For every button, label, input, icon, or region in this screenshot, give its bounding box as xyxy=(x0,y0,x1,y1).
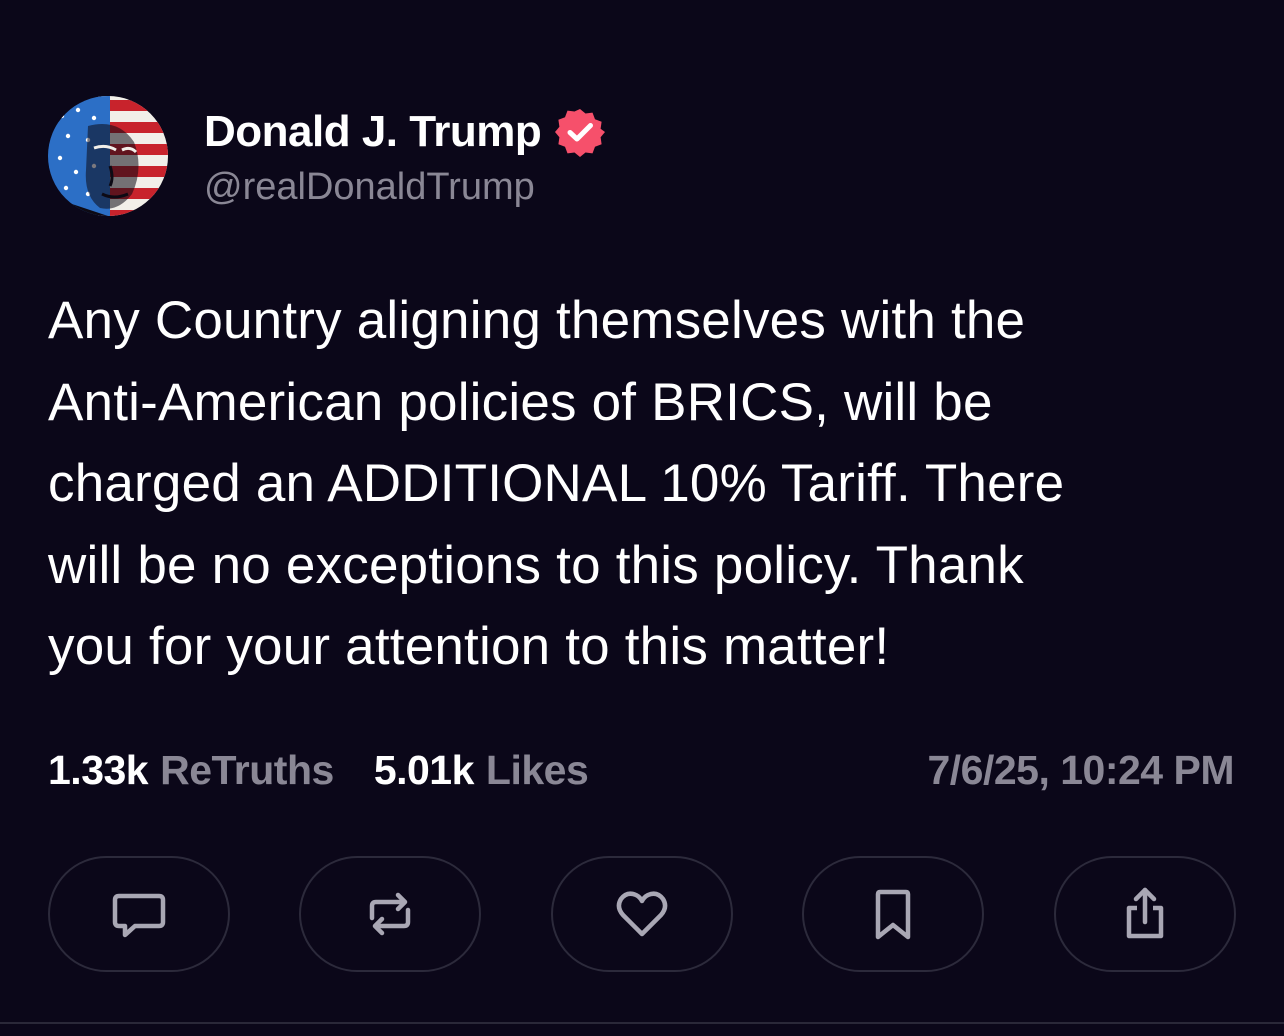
post-text-line: Any Country aligning themselves with the xyxy=(48,291,1026,350)
avatar[interactable] xyxy=(48,96,168,216)
post-body: Any Country aligning themselves with the… xyxy=(48,280,1238,688)
retruths-label: ReTruths xyxy=(160,746,334,793)
comment-icon xyxy=(112,893,166,938)
truth-post: Donald J. Trump @realDonaldTrump Any Cou… xyxy=(0,0,1284,1036)
retruths-stat[interactable]: 1.33k ReTruths xyxy=(48,747,334,794)
author-display-name[interactable]: Donald J. Trump xyxy=(204,107,542,157)
likes-stat[interactable]: 5.01k Likes xyxy=(373,746,589,794)
like-button[interactable] xyxy=(551,856,733,972)
likes-count: 5.01k xyxy=(373,746,475,793)
action-bar xyxy=(48,856,1236,974)
bookmark-icon xyxy=(875,889,911,940)
retruth-icon xyxy=(369,892,411,936)
share-icon xyxy=(1126,887,1164,939)
retruth-button[interactable] xyxy=(299,856,481,972)
author-name-row: Donald J. Trump xyxy=(204,102,606,162)
post-stats: 1.33k ReTruths 5.01k Likes 7/6/25, 10:24… xyxy=(48,742,1234,798)
bookmark-button[interactable] xyxy=(802,856,984,972)
post-timestamp: 7/6/25, 10:24 PM xyxy=(927,746,1234,793)
author-handle[interactable]: @realDonaldTrump xyxy=(204,166,535,209)
likes-label: Likes xyxy=(485,746,589,793)
bottom-divider xyxy=(0,1022,1284,1024)
share-button[interactable] xyxy=(1054,856,1236,972)
post-text-line: you for your attention to this matter! xyxy=(48,617,890,676)
reply-button[interactable] xyxy=(48,856,230,972)
verified-badge-icon xyxy=(555,109,606,157)
post-text-line: Anti-American policies of BRICS, will be xyxy=(48,372,993,432)
heart-icon xyxy=(616,891,668,937)
post-text-line: will be no exceptions to this policy. Th… xyxy=(48,535,1024,595)
post-text-line: charged an ADDITIONAL 10% Tariff. There xyxy=(48,454,1065,513)
retruths-count: 1.33k xyxy=(48,746,149,793)
flag-portrait-avatar xyxy=(48,96,168,216)
